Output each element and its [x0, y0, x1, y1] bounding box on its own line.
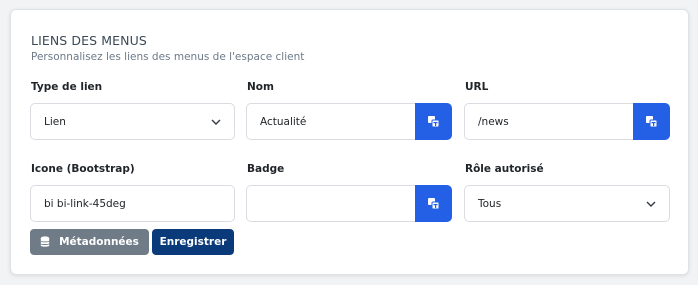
icon-label: Icone (Bootstrap) [31, 163, 135, 175]
role-value: Tous [478, 197, 502, 210]
name-input[interactable]: Actualité [246, 103, 415, 140]
translate-icon [428, 116, 440, 128]
name-value: Actualité [260, 115, 307, 128]
translate-icon [428, 198, 440, 210]
icon-input[interactable]: bi bi-link-45deg [30, 185, 235, 222]
badge-translate-button[interactable] [415, 185, 452, 222]
name-translate-button[interactable] [415, 103, 452, 140]
url-value: /news [478, 115, 509, 128]
role-label: Rôle autorisé [465, 163, 544, 175]
save-button-label: Enregistrer [159, 236, 227, 248]
chevron-down-icon [211, 119, 221, 125]
badge-label: Badge [247, 163, 285, 175]
metadata-button-label: Métadonnées [59, 236, 139, 248]
save-button[interactable]: Enregistrer [152, 229, 234, 255]
url-label: URL [465, 81, 489, 93]
url-input[interactable]: /news [464, 103, 633, 140]
menu-links-card: LIENS DES MENUS Personnalisez les liens … [10, 9, 689, 275]
url-translate-button[interactable] [633, 103, 670, 140]
icon-value: bi bi-link-45deg [44, 197, 126, 210]
link-type-select[interactable]: Lien [30, 103, 235, 140]
link-type-value: Lien [44, 115, 66, 128]
section-subtitle: Personnalisez les liens des menus de l'e… [31, 51, 305, 63]
database-icon [40, 236, 50, 247]
translate-icon [646, 116, 658, 128]
name-label: Nom [247, 81, 274, 93]
role-select[interactable]: Tous [464, 185, 670, 222]
metadata-button[interactable]: Métadonnées [30, 229, 149, 255]
link-type-label: Type de lien [31, 81, 103, 93]
section-title: LIENS DES MENUS [31, 33, 147, 48]
badge-input[interactable] [246, 185, 415, 222]
chevron-down-icon [646, 201, 656, 207]
